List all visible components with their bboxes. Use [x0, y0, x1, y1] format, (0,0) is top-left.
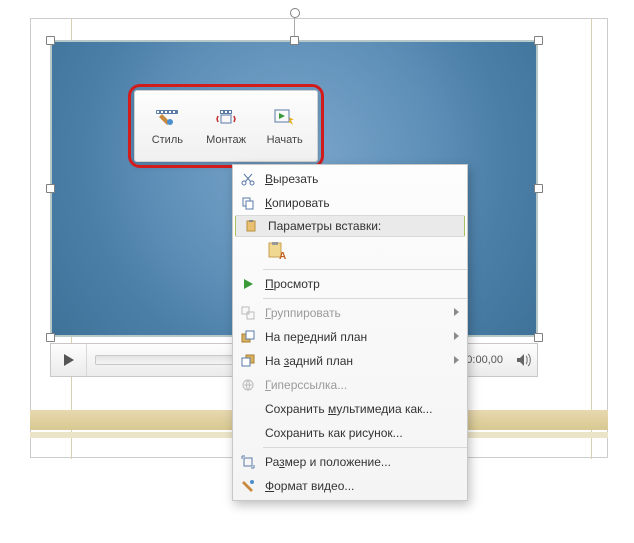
mini-start-button[interactable]: Начать [255, 96, 314, 156]
format-video-icon [233, 479, 263, 493]
mini-style-label: Стиль [152, 134, 183, 146]
mini-trim-label: Монтаж [206, 134, 246, 146]
resize-handle-n[interactable] [290, 36, 299, 45]
context-menu: Вырезать Копировать Параметры вставки: A… [232, 164, 468, 501]
film-brush-icon [155, 107, 179, 131]
menu-send-back[interactable]: На задний план [233, 349, 467, 373]
menu-save-media-label: Сохранить мультимедиа как... [263, 402, 467, 416]
clipboard-icon [236, 219, 266, 233]
menu-save-picture-label: Сохранить как рисунок... [263, 426, 467, 440]
rotation-handle[interactable] [290, 8, 300, 18]
group-icon [233, 306, 263, 320]
hyperlink-icon [233, 378, 263, 392]
menu-save-picture[interactable]: Сохранить как рисунок... [233, 421, 467, 445]
menu-bring-front-label: На передний план [263, 330, 467, 344]
menu-separator [263, 269, 467, 270]
menu-paste-options-header[interactable]: Параметры вставки: [235, 215, 465, 237]
mini-start-label: Начать [267, 134, 303, 146]
play-icon [64, 354, 74, 366]
resize-handle-e[interactable] [534, 184, 543, 193]
menu-save-media[interactable]: Сохранить мультимедиа как... [233, 397, 467, 421]
resize-handle-ne[interactable] [534, 36, 543, 45]
bring-front-icon [233, 330, 263, 344]
menu-send-back-label: На задний план [263, 354, 467, 368]
menu-format-video-label: Формат видео... [263, 479, 467, 493]
submenu-arrow-icon [454, 332, 459, 340]
mini-trim-button[interactable]: Монтаж [197, 96, 256, 156]
paste-keep-source-icon: A [263, 241, 293, 263]
menu-preview[interactable]: Просмотр [233, 272, 467, 296]
menu-group: Группировать [233, 301, 467, 325]
resize-handle-se[interactable] [534, 333, 543, 342]
menu-copy[interactable]: Копировать [233, 191, 467, 215]
resize-handle-nw[interactable] [46, 36, 55, 45]
copy-icon [233, 196, 263, 210]
resize-handle-sw[interactable] [46, 333, 55, 342]
mini-style-button[interactable]: Стиль [138, 96, 197, 156]
resize-handle-w[interactable] [46, 184, 55, 193]
size-position-icon [233, 455, 263, 469]
menu-format-video[interactable]: Формат видео... [233, 474, 467, 498]
volume-icon[interactable] [511, 344, 537, 376]
menu-size-position-label: Размер и положение... [263, 455, 467, 469]
guide-right [591, 19, 592, 459]
menu-separator [263, 447, 467, 448]
rotation-stem [294, 18, 295, 36]
svg-text:A: A [279, 251, 286, 262]
slide-canvas: 00:00,00 Стиль Монтаж Начать Вы [0, 0, 634, 470]
submenu-arrow-icon [454, 356, 459, 364]
menu-separator [263, 298, 467, 299]
send-back-icon [233, 354, 263, 368]
menu-hyperlink-label: Гиперссылка... [263, 378, 467, 392]
play-button[interactable] [51, 344, 87, 376]
scissors-icon [233, 172, 263, 186]
play-icon [233, 278, 263, 290]
menu-bring-front[interactable]: На передний план [233, 325, 467, 349]
menu-cut-label: Вырезать [263, 172, 467, 186]
menu-copy-label: Копировать [263, 196, 467, 210]
menu-size-position[interactable]: Размер и положение... [233, 450, 467, 474]
menu-paste-options-label: Параметры вставки: [266, 219, 464, 233]
menu-hyperlink: Гиперссылка... [233, 373, 467, 397]
film-strip-icon [214, 107, 238, 131]
menu-preview-label: Просмотр [263, 277, 467, 291]
submenu-arrow-icon [454, 308, 459, 316]
menu-paste-option-keep-formatting[interactable]: A [233, 237, 467, 267]
menu-cut[interactable]: Вырезать [233, 167, 467, 191]
mini-toolbar: Стиль Монтаж Начать [134, 90, 318, 162]
play-bolt-icon [273, 107, 297, 131]
menu-group-label: Группировать [263, 306, 467, 320]
